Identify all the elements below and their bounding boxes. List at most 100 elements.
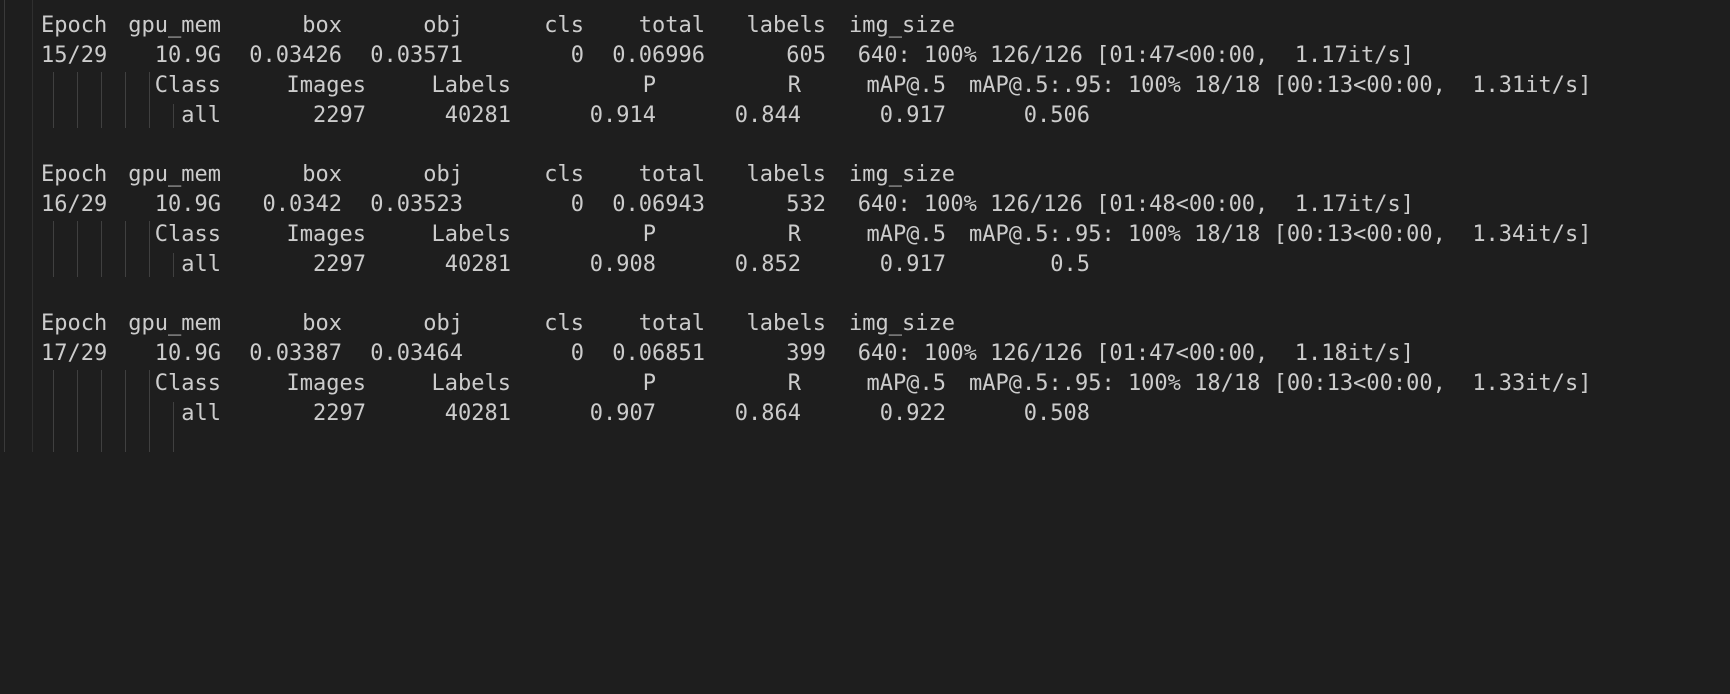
epoch-value: 16/29 xyxy=(41,192,108,217)
indent-guide xyxy=(101,370,102,452)
col-epoch: Epoch xyxy=(41,13,108,38)
epoch-train-row: 17/29 10.9G 0.03387 0.03464 0 0.06851 39… xyxy=(0,337,1414,370)
col-obj: obj xyxy=(423,162,463,187)
val-col-labels: Labels xyxy=(431,371,511,396)
val-r-value: 0.864 xyxy=(734,401,801,426)
val-labels-value: 40281 xyxy=(444,401,511,426)
epoch-value: 17/29 xyxy=(41,341,108,366)
col-obj: obj xyxy=(423,311,463,336)
total-loss-value: 0.06851 xyxy=(612,341,705,366)
terminal-output[interactable]: Epoch gpu_mem box obj cls total labels i… xyxy=(0,0,1730,452)
val-map50-95-value: 0.5 xyxy=(1050,252,1090,277)
epoch-train-row: 15/29 10.9G 0.03426 0.03571 0 0.06996 60… xyxy=(0,39,1414,72)
val-col-map50: mAP@.5 xyxy=(866,222,946,247)
val-col-p: P xyxy=(642,371,656,396)
col-labels: labels xyxy=(746,162,826,187)
val-results-row: all 2297 40281 0.907 0.864 0.922 0.508 xyxy=(0,397,1090,430)
val-class-value: all xyxy=(181,401,221,426)
indent-guide xyxy=(173,402,174,452)
indent-guide xyxy=(125,72,126,128)
col-img-size: img_size xyxy=(849,162,955,187)
val-col-p: P xyxy=(642,73,656,98)
col-gpu-mem: gpu_mem xyxy=(128,162,221,187)
gpu-mem-value: 10.9G xyxy=(154,341,221,366)
indent-guide xyxy=(53,221,54,277)
col-labels: labels xyxy=(746,311,826,336)
train-progress: 640: 100% 126/126 [01:47<00:00, 1.17it/s… xyxy=(857,43,1414,68)
col-total: total xyxy=(638,13,705,38)
val-labels-value: 40281 xyxy=(444,103,511,128)
indent-guide xyxy=(77,370,78,452)
indent-guide xyxy=(101,72,102,128)
col-epoch: Epoch xyxy=(41,162,108,187)
col-gpu-mem: gpu_mem xyxy=(128,311,221,336)
val-p-value: 0.914 xyxy=(589,103,656,128)
val-col-class: Class xyxy=(154,371,221,396)
val-progress: mAP@.5:.95: 100% 18/18 [00:13<00:00, 1.3… xyxy=(969,371,1592,396)
indent-guide xyxy=(149,221,150,277)
total-loss-value: 0.06996 xyxy=(612,43,705,68)
val-r-value: 0.844 xyxy=(734,103,801,128)
val-results-row: all 2297 40281 0.908 0.852 0.917 0.5 xyxy=(0,248,1090,281)
val-col-labels: Labels xyxy=(431,222,511,247)
indent-guide xyxy=(149,72,150,128)
val-col-images: Images xyxy=(286,222,366,247)
val-col-class: Class xyxy=(154,222,221,247)
val-col-class: Class xyxy=(154,73,221,98)
col-total: total xyxy=(638,311,705,336)
epoch-header-row: Epoch gpu_mem box obj cls total labels i… xyxy=(0,307,955,340)
total-loss-value: 0.06943 xyxy=(612,192,705,217)
obj-loss-value: 0.03571 xyxy=(370,43,463,68)
val-header-row: Class Images Labels P R mAP@.5 mAP@.5:.9… xyxy=(0,218,1592,251)
val-col-images: Images xyxy=(286,371,366,396)
labels-count-value: 605 xyxy=(786,43,826,68)
box-loss-value: 0.0342 xyxy=(262,192,342,217)
col-img-size: img_size xyxy=(849,311,955,336)
labels-count-value: 399 xyxy=(786,341,826,366)
val-col-labels: Labels xyxy=(431,73,511,98)
val-header-row: Class Images Labels P R mAP@.5 mAP@.5:.9… xyxy=(0,69,1592,102)
indent-guide xyxy=(53,72,54,128)
col-cls: cls xyxy=(544,311,584,336)
gpu-mem-value: 10.9G xyxy=(154,43,221,68)
val-map50-95-value: 0.506 xyxy=(1023,103,1090,128)
epoch-train-row: 16/29 10.9G 0.0342 0.03523 0 0.06943 532… xyxy=(0,188,1414,221)
gpu-mem-value: 10.9G xyxy=(154,192,221,217)
cls-loss-value: 0 xyxy=(570,43,584,68)
indent-guide xyxy=(77,221,78,277)
col-labels: labels xyxy=(746,13,826,38)
obj-loss-value: 0.03523 xyxy=(370,192,463,217)
val-col-r: R xyxy=(787,73,801,98)
labels-count-value: 532 xyxy=(786,192,826,217)
val-map50-value: 0.917 xyxy=(879,252,946,277)
val-col-map50: mAP@.5 xyxy=(866,73,946,98)
val-class-value: all xyxy=(181,103,221,128)
val-images-value: 2297 xyxy=(313,103,366,128)
col-box: box xyxy=(302,13,342,38)
val-results-row: all 2297 40281 0.914 0.844 0.917 0.506 xyxy=(0,99,1090,132)
val-progress: mAP@.5:.95: 100% 18/18 [00:13<00:00, 1.3… xyxy=(969,222,1592,247)
train-progress: 640: 100% 126/126 [01:48<00:00, 1.17it/s… xyxy=(857,192,1414,217)
indent-guide xyxy=(173,253,174,277)
cls-loss-value: 0 xyxy=(570,192,584,217)
col-box: box xyxy=(302,162,342,187)
cls-loss-value: 0 xyxy=(570,341,584,366)
indent-guide xyxy=(149,370,150,452)
val-p-value: 0.908 xyxy=(589,252,656,277)
indent-guide xyxy=(101,221,102,277)
col-cls: cls xyxy=(544,162,584,187)
col-epoch: Epoch xyxy=(41,311,108,336)
val-labels-value: 40281 xyxy=(444,252,511,277)
box-loss-value: 0.03387 xyxy=(249,341,342,366)
indent-guide xyxy=(53,370,54,452)
indent-guide xyxy=(125,221,126,277)
val-images-value: 2297 xyxy=(313,252,366,277)
col-cls: cls xyxy=(544,13,584,38)
val-r-value: 0.852 xyxy=(734,252,801,277)
val-images-value: 2297 xyxy=(313,401,366,426)
col-obj: obj xyxy=(423,13,463,38)
val-col-r: R xyxy=(787,222,801,247)
val-progress: mAP@.5:.95: 100% 18/18 [00:13<00:00, 1.3… xyxy=(969,73,1592,98)
val-map50-95-value: 0.508 xyxy=(1023,401,1090,426)
indent-guide xyxy=(77,72,78,128)
